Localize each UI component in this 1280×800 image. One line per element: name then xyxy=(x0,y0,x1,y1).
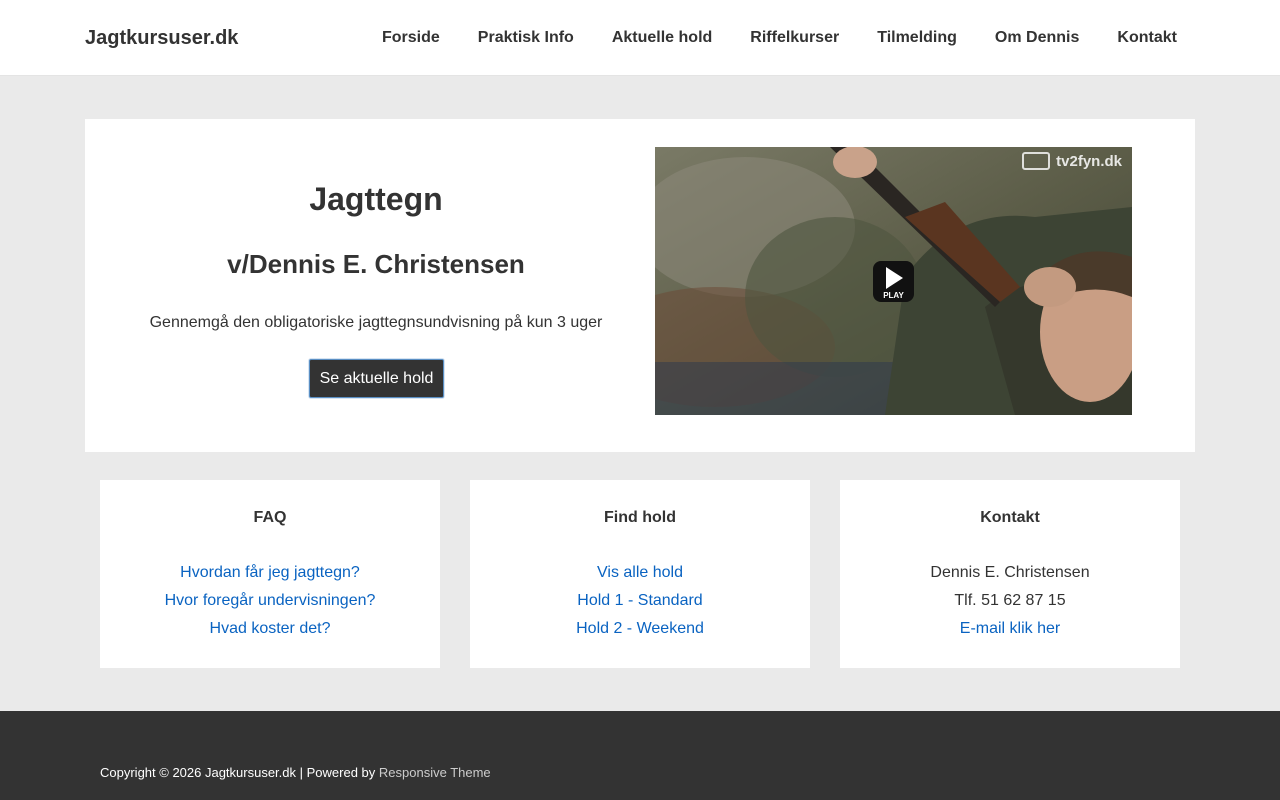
contact-title: Kontakt xyxy=(980,509,1040,526)
faq-link-where[interactable]: Hvor foregår undervisningen? xyxy=(100,587,440,615)
faq-links: Hvordan får jeg jagttegn? Hvor foregår u… xyxy=(100,559,440,643)
faq-link-price[interactable]: Hvad koster det? xyxy=(100,615,440,643)
find-teams-title: Find hold xyxy=(604,509,676,526)
contact-details: Dennis E. Christensen Tlf. 51 62 87 15 E… xyxy=(840,559,1180,643)
nav-forside[interactable]: Forside xyxy=(363,29,459,47)
nav-riffelkurser[interactable]: Riffelkurser xyxy=(731,29,858,47)
contact-email-link[interactable]: E-mail klik her xyxy=(840,615,1180,643)
contact-name: Dennis E. Christensen xyxy=(930,564,1090,581)
faq-box: FAQ Hvordan får jeg jagttegn? Hvor foreg… xyxy=(100,480,440,668)
find-teams-box: Find hold Vis alle hold Hold 1 - Standar… xyxy=(470,480,810,668)
faq-link-how-to-get[interactable]: Hvordan får jeg jagttegn? xyxy=(100,559,440,587)
contact-box: Kontakt Dennis E. Christensen Tlf. 51 62… xyxy=(840,480,1180,668)
hero-subtitle: v/Dennis E. Christensen xyxy=(227,249,525,279)
faq-title: FAQ xyxy=(253,509,287,526)
nav-praktisk-info[interactable]: Praktisk Info xyxy=(459,29,593,47)
copyright-text: Copyright © 2026 Jagtkursuser.dk | Power… xyxy=(100,765,379,780)
footer-copyright: Copyright © 2026 Jagtkursuser.dk | Power… xyxy=(100,765,491,780)
play-icon xyxy=(886,267,903,289)
play-button[interactable]: PLAY xyxy=(873,261,914,302)
watermark-text: tv2fyn.dk xyxy=(1056,152,1122,170)
hero-section: Jagttegn v/Dennis E. Christensen Gennemg… xyxy=(85,119,1195,452)
site-title-link[interactable]: Jagtkursuser.dk xyxy=(85,27,238,50)
hero-description: Gennemgå den obligatoriske jagttegnsundv… xyxy=(149,314,603,331)
main-nav: Forside Praktisk Info Aktuelle hold Riff… xyxy=(363,0,1196,76)
video-watermark: tv2fyn.dk xyxy=(1022,152,1122,170)
site-header: Jagtkursuser.dk Forside Praktisk Info Ak… xyxy=(0,0,1280,76)
video-player[interactable]: tv2fyn.dk PLAY xyxy=(655,147,1132,415)
nav-tilmelding[interactable]: Tilmelding xyxy=(858,29,976,47)
tv-logo-icon xyxy=(1022,152,1051,170)
hero-title: Jagttegn xyxy=(309,181,443,217)
find-teams-links: Vis alle hold Hold 1 - Standard Hold 2 -… xyxy=(470,559,810,643)
site-footer: Copyright © 2026 Jagtkursuser.dk | Power… xyxy=(0,711,1280,800)
see-current-teams-button[interactable]: Se aktuelle hold xyxy=(309,359,444,398)
theme-link[interactable]: Responsive Theme xyxy=(379,765,491,780)
nav-om-dennis[interactable]: Om Dennis xyxy=(976,29,1098,47)
link-show-all-teams[interactable]: Vis alle hold xyxy=(470,559,810,587)
link-team-1[interactable]: Hold 1 - Standard xyxy=(470,587,810,615)
contact-phone: Tlf. 51 62 87 15 xyxy=(954,592,1066,609)
nav-kontakt[interactable]: Kontakt xyxy=(1098,29,1196,47)
nav-aktuelle-hold[interactable]: Aktuelle hold xyxy=(593,29,731,47)
link-team-2[interactable]: Hold 2 - Weekend xyxy=(470,615,810,643)
play-label: PLAY xyxy=(883,291,904,300)
